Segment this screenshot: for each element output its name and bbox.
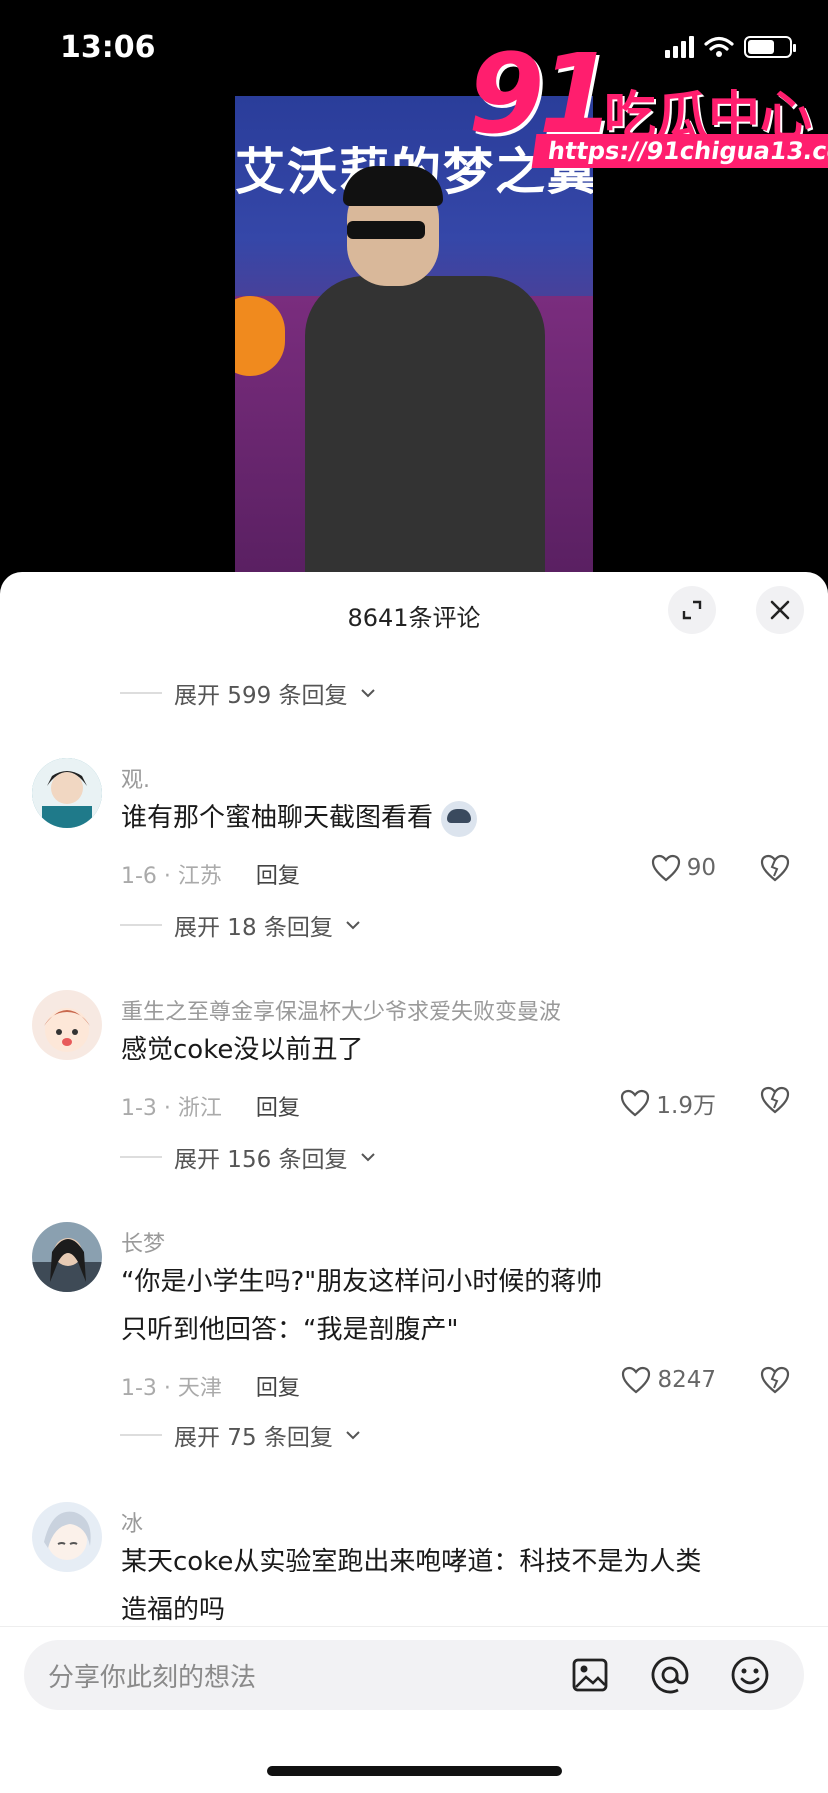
heart-icon xyxy=(651,854,680,882)
home-indicator[interactable] xyxy=(267,1766,562,1776)
comment-text: 谁有那个蜜柚聊天截图看看 xyxy=(121,794,478,842)
video-person-glasses xyxy=(347,221,425,239)
divider xyxy=(120,1156,162,1158)
video-person-body xyxy=(305,276,545,572)
expand-replies-label: 展开 75 条回复 xyxy=(174,1425,333,1451)
dislike-icon xyxy=(760,1366,790,1394)
dislike-button[interactable] xyxy=(760,1366,790,1398)
divider xyxy=(120,1434,162,1436)
expand-replies-label: 展开 18 条回复 xyxy=(174,915,333,941)
comment-text: 感觉coke没以前丑了 xyxy=(121,1035,364,1065)
chevron-down-icon xyxy=(346,921,360,930)
reply-button[interactable]: 回复 xyxy=(256,858,300,890)
comment-input[interactable]: 分享你此刻的想法 xyxy=(48,1657,564,1694)
comment-author[interactable]: 重生之至尊金享保温杯大少爷求爱失败变曼波 xyxy=(121,994,561,1026)
comment-text-line: 某天coke从实验室跑出来咆哮道：科技不是为人类 xyxy=(121,1547,702,1577)
image-button[interactable] xyxy=(564,1649,616,1701)
expand-sheet-button[interactable] xyxy=(668,586,716,634)
battery-icon xyxy=(744,36,796,58)
husky-emoji-icon xyxy=(441,800,478,837)
avatar[interactable] xyxy=(32,758,102,828)
like-button[interactable]: 90 xyxy=(651,854,716,882)
avatar[interactable] xyxy=(32,1502,102,1572)
chevron-down-icon xyxy=(360,1153,375,1162)
like-count: 90 xyxy=(686,855,716,881)
comment-meta: 1-3 · 浙江 回复 xyxy=(121,1090,300,1122)
emoji-icon xyxy=(731,1656,769,1694)
expand-replies-label: 展开 156 条回复 xyxy=(174,1147,348,1173)
reply-button[interactable]: 回复 xyxy=(256,1090,300,1122)
like-button[interactable]: 1.9万 xyxy=(620,1086,716,1120)
chevron-down-icon xyxy=(360,689,375,698)
expand-replies[interactable]: 展开 75 条回复 xyxy=(120,1418,361,1452)
expand-replies[interactable]: 展开 18 条回复 xyxy=(120,908,361,942)
dislike-icon xyxy=(760,854,790,882)
avatar[interactable] xyxy=(32,1222,102,1292)
comment-date-location: 1-6 · 江苏 xyxy=(121,864,222,889)
dislike-icon xyxy=(760,1086,790,1114)
divider xyxy=(120,924,162,926)
at-icon xyxy=(651,1656,689,1694)
heart-icon xyxy=(621,1089,650,1117)
wifi-icon xyxy=(704,36,734,57)
comment-meta: 1-3 · 天津 回复 xyxy=(121,1370,300,1402)
comment-input-bar[interactable]: 分享你此刻的想法 xyxy=(24,1640,804,1710)
comment-author[interactable]: 冰 xyxy=(121,1506,143,1538)
mention-button[interactable] xyxy=(644,1649,696,1701)
like-count: 1.9万 xyxy=(656,1093,716,1119)
divider xyxy=(120,692,162,694)
video-person-hair xyxy=(343,166,443,206)
dislike-button[interactable] xyxy=(760,854,790,886)
signal-icon xyxy=(665,36,694,58)
comment-author[interactable]: 长梦 xyxy=(121,1226,165,1258)
watermark-url: https://91chigua13.com xyxy=(531,134,828,168)
emoji-button[interactable] xyxy=(724,1649,776,1701)
expand-replies-label: 展开 599 条回复 xyxy=(174,683,348,709)
chevron-down-icon xyxy=(346,1431,360,1440)
comment-author[interactable]: 观. xyxy=(121,762,150,794)
status-icons xyxy=(665,36,796,58)
close-button[interactable] xyxy=(756,586,804,634)
like-button[interactable]: 8247 xyxy=(621,1366,716,1394)
like-count: 8247 xyxy=(657,1367,716,1393)
reply-button[interactable]: 回复 xyxy=(256,1370,300,1402)
dislike-button[interactable] xyxy=(760,1086,790,1118)
expand-icon xyxy=(682,600,702,620)
comment-date-location: 1-3 · 天津 xyxy=(121,1376,222,1401)
comment-sheet: 8641条评论 展开 599 条回复 观. 谁有那个蜜柚聊天截图看看 1-6 ·… xyxy=(0,572,828,1792)
comment-text-line: 只听到他回答：“我是剖腹产" xyxy=(121,1315,459,1345)
avatar[interactable] xyxy=(32,990,102,1060)
heart-icon xyxy=(622,1366,651,1394)
expand-replies[interactable]: 展开 156 条回复 xyxy=(120,1140,376,1174)
comment-text-line: “你是小学生吗?"朋友这样问小时候的蒋帅 xyxy=(121,1267,603,1297)
comment-meta: 1-6 · 江苏 回复 xyxy=(121,858,300,890)
comment-date-location: 1-3 · 浙江 xyxy=(121,1096,222,1121)
close-icon xyxy=(770,600,790,620)
expand-replies-top[interactable]: 展开 599 条回复 xyxy=(120,676,376,710)
comment-text-content: 谁有那个蜜柚聊天截图看看 xyxy=(121,803,434,833)
status-time: 13:06 xyxy=(60,30,156,65)
image-icon xyxy=(572,1658,608,1692)
